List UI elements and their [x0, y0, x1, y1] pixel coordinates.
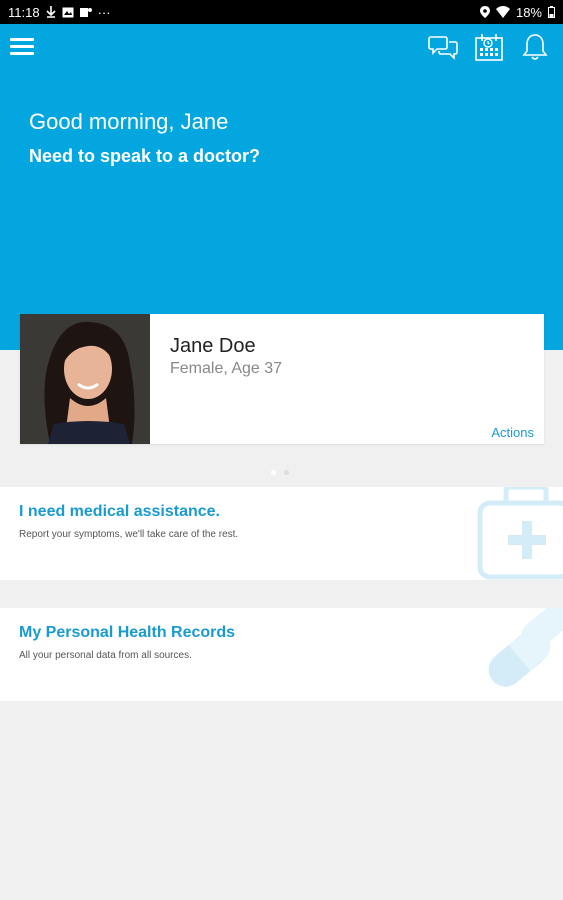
appointments-icon[interactable] [473, 31, 505, 63]
app-bar [0, 24, 563, 70]
wifi-icon [495, 6, 510, 18]
carousel-dot[interactable] [284, 470, 289, 475]
tile-title: I need medical assistance. [19, 503, 220, 520]
location-icon [479, 6, 490, 18]
profile-photo [20, 314, 150, 444]
tile-description: Report your symptoms, we'll take care of… [19, 529, 239, 540]
speak-to-doctor-prompt[interactable]: Need to speak to a doctor? [29, 146, 260, 167]
health-records-tile[interactable]: My Personal Health Records All your pers… [0, 608, 563, 701]
medical-assistance-tile[interactable]: I need medical assistance. Report your s… [0, 487, 563, 580]
app-bar-actions [427, 31, 551, 63]
battery-icon [548, 6, 555, 18]
status-time: 11:18 [8, 4, 40, 20]
greeting-text: Good morning, Jane [29, 109, 229, 134]
tile-title: My Personal Health Records [19, 624, 236, 641]
pills-icon [478, 608, 563, 701]
download-icon [46, 6, 56, 18]
carousel-dot-active[interactable] [271, 470, 276, 475]
status-right: 18% [479, 4, 555, 20]
notifications-bell-icon[interactable] [519, 31, 551, 63]
tile-description: All your personal data from all sources. [19, 650, 192, 661]
teams-icon [79, 7, 92, 18]
profile-actions-link[interactable]: Actions [491, 425, 534, 440]
status-bar: 11:18 ··· 18% [0, 0, 563, 24]
chat-icon[interactable] [427, 31, 459, 63]
status-left: 11:18 ··· [8, 5, 111, 20]
battery-percent: 18% [515, 4, 542, 20]
profile-card[interactable]: Jane Doe Female, Age 37 Actions [20, 314, 544, 444]
profile-gender-age: Female, Age 37 [170, 360, 283, 377]
profile-name: Jane Doe [170, 335, 256, 357]
hamburger-menu-icon[interactable] [10, 38, 34, 56]
gallery-icon [62, 7, 74, 18]
first-aid-kit-icon [476, 487, 563, 580]
status-more-icon: ··· [97, 4, 111, 20]
hero-banner [0, 24, 563, 350]
carousel-indicator [271, 470, 289, 475]
